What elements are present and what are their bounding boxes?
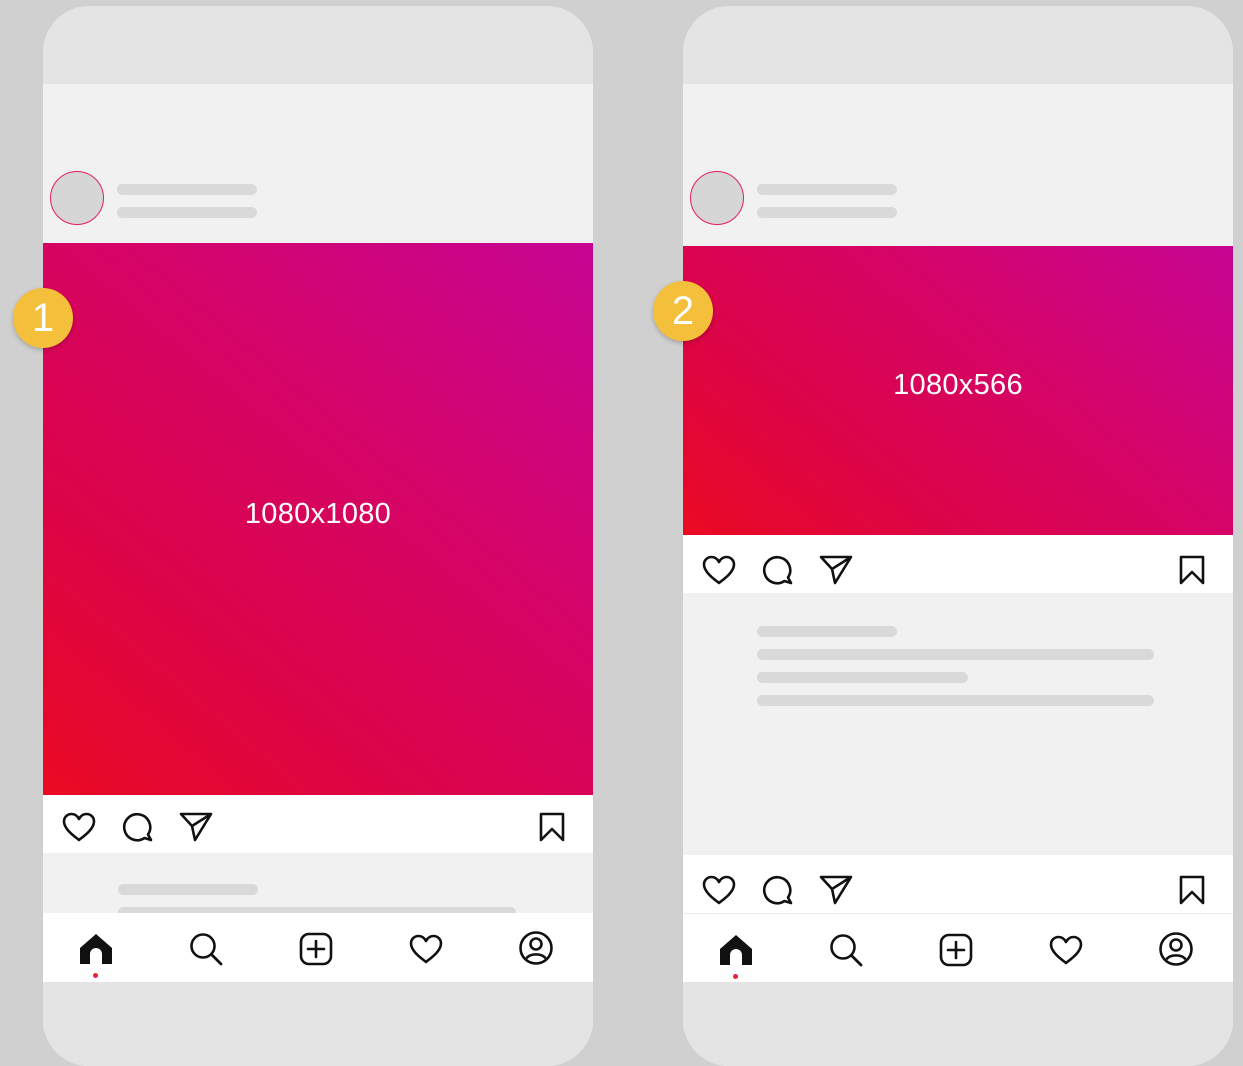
comment-icon[interactable] <box>120 810 156 846</box>
feed-area: 1080x566 <box>683 84 1233 1066</box>
step-badge-2: 2 <box>653 281 713 341</box>
heart-icon[interactable] <box>701 554 737 586</box>
search-icon[interactable] <box>828 932 864 968</box>
heart-icon[interactable] <box>61 811 97 843</box>
phone-mockup-square: 1080x1080 <box>43 6 593 1066</box>
home-icon[interactable] <box>78 932 114 966</box>
location-placeholder <box>117 207 257 218</box>
activity-heart-icon[interactable] <box>1048 934 1084 966</box>
step-badge-1: 1 <box>13 288 73 348</box>
comment-icon[interactable] <box>760 553 796 589</box>
caption-placeholder <box>757 626 897 637</box>
phone-bottom-bezel <box>683 982 1233 1066</box>
post-image: 1080x566 <box>683 246 1233 535</box>
next-post-action-bar <box>683 855 1233 913</box>
bottom-navigation <box>683 913 1233 984</box>
bookmark-icon[interactable] <box>1178 874 1206 906</box>
add-post-icon[interactable] <box>298 931 334 967</box>
home-icon[interactable] <box>718 933 754 967</box>
post-image: 1080x1080 <box>43 243 593 795</box>
send-icon[interactable] <box>818 553 854 587</box>
send-icon[interactable] <box>818 873 854 907</box>
username-placeholder <box>117 184 257 195</box>
caption-placeholder <box>118 884 258 895</box>
active-tab-indicator <box>93 973 98 978</box>
phone-bottom-bezel <box>43 982 593 1066</box>
profile-icon[interactable] <box>1158 931 1194 967</box>
post-action-bar <box>683 535 1233 593</box>
caption-placeholder <box>757 695 1154 706</box>
bookmark-icon[interactable] <box>538 811 566 843</box>
search-icon[interactable] <box>188 931 224 967</box>
caption-placeholder <box>757 672 968 683</box>
image-dimensions-label: 1080x1080 <box>244 498 392 530</box>
avatar[interactable] <box>690 171 744 225</box>
send-icon[interactable] <box>178 810 214 844</box>
profile-icon[interactable] <box>518 930 554 966</box>
heart-icon[interactable] <box>701 874 737 906</box>
bookmark-icon[interactable] <box>1178 554 1206 586</box>
caption-placeholder <box>757 649 1154 660</box>
bottom-navigation <box>43 913 593 983</box>
add-post-icon[interactable] <box>938 932 974 968</box>
comment-icon[interactable] <box>760 873 796 909</box>
avatar[interactable] <box>50 171 104 225</box>
feed-area: 1080x1080 <box>43 84 593 1066</box>
username-placeholder <box>757 184 897 195</box>
activity-heart-icon[interactable] <box>408 933 444 965</box>
phone-mockup-landscape: 1080x566 <box>683 6 1233 1066</box>
location-placeholder <box>757 207 897 218</box>
post-action-bar <box>43 795 593 853</box>
image-dimensions-label: 1080x566 <box>893 369 1023 401</box>
active-tab-indicator <box>733 974 738 979</box>
